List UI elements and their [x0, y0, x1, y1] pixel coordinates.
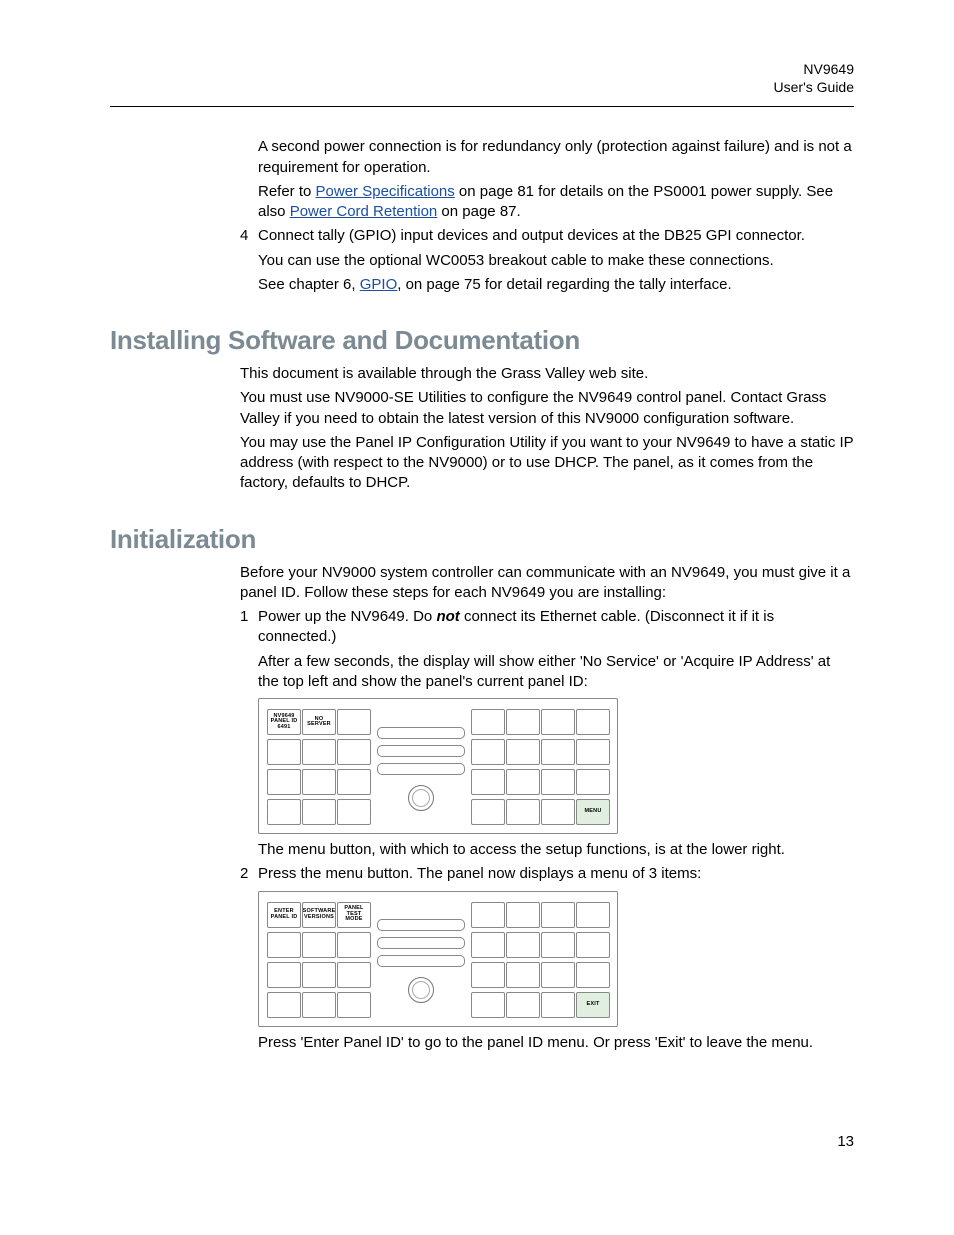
- heading-initialization: Initialization: [110, 524, 854, 555]
- step-number: 2: [240, 864, 248, 884]
- panel-btn-id: NV9649PANEL ID6491: [267, 709, 301, 735]
- panel-btn-menu: MENU: [576, 799, 610, 825]
- panel-display-line: [377, 919, 465, 931]
- panel-knob: [408, 977, 434, 1003]
- link-power-cord-retention[interactable]: Power Cord Retention: [290, 203, 438, 220]
- panel-display-line: [377, 763, 465, 775]
- step-number: 4: [240, 226, 248, 246]
- heading-installing: Installing Software and Documentation: [110, 325, 854, 356]
- panel-btn-test-mode: PANELTESTMODE: [337, 902, 371, 928]
- init-step-2: 2 Press the menu button. The panel now d…: [258, 864, 854, 884]
- panel-diagram-1: NV9649PANEL ID6491 NOSERVER: [258, 698, 618, 834]
- install-p3: You may use the Panel IP Configuration U…: [240, 433, 854, 494]
- intro-para-2: Refer to Power Specifications on page 81…: [258, 182, 854, 223]
- panel-btn-noserver: NOSERVER: [302, 709, 336, 735]
- panel-btn-blank: [337, 709, 371, 735]
- panel-display-line: [377, 727, 465, 739]
- panel-btn-enter-panel-id: ENTERPANEL ID: [267, 902, 301, 928]
- step-number: 1: [240, 607, 248, 627]
- page-number: 13: [110, 1133, 854, 1150]
- panel-knob: [408, 785, 434, 811]
- link-gpio[interactable]: GPIO: [360, 276, 398, 293]
- header-rule: [110, 106, 854, 107]
- step-4: 4 Connect tally (GPIO) input devices and…: [258, 226, 854, 246]
- init-step1-p2: After a few seconds, the display will sh…: [258, 652, 854, 693]
- panel-display-line: [377, 937, 465, 949]
- step4-line3: See chapter 6, GPIO, on page 75 for deta…: [258, 275, 854, 295]
- init-p1: Before your NV9000 system controller can…: [240, 563, 854, 604]
- panel-diagram-2: ENTERPANEL ID SOFTWAREVERSIONS PANELTEST…: [258, 891, 618, 1027]
- init-step2-after: Press 'Enter Panel ID' to go to the pane…: [258, 1033, 854, 1053]
- page-header: NV9649 User's Guide: [110, 60, 854, 96]
- install-p1: This document is available through the G…: [240, 364, 854, 384]
- panel-btn-software-versions: SOFTWAREVERSIONS: [302, 902, 336, 928]
- intro-para-1: A second power connection is for redunda…: [258, 137, 854, 178]
- panel-display-line: [377, 955, 465, 967]
- header-product: NV9649: [110, 60, 854, 78]
- step4-line2: You can use the optional WC0053 breakout…: [258, 251, 854, 271]
- init-step1-after: The menu button, with which to access th…: [258, 840, 854, 860]
- panel-btn-exit: EXIT: [576, 992, 610, 1018]
- link-power-specs[interactable]: Power Specifications: [316, 183, 455, 200]
- install-p2: You must use NV9000-SE Utilities to conf…: [240, 388, 854, 429]
- init-step-1: 1 Power up the NV9649. Do not connect it…: [258, 607, 854, 648]
- step4-line1: Connect tally (GPIO) input devices and o…: [258, 227, 805, 244]
- panel-display-line: [377, 745, 465, 757]
- page: NV9649 User's Guide A second power conne…: [0, 0, 954, 1200]
- header-docname: User's Guide: [110, 78, 854, 96]
